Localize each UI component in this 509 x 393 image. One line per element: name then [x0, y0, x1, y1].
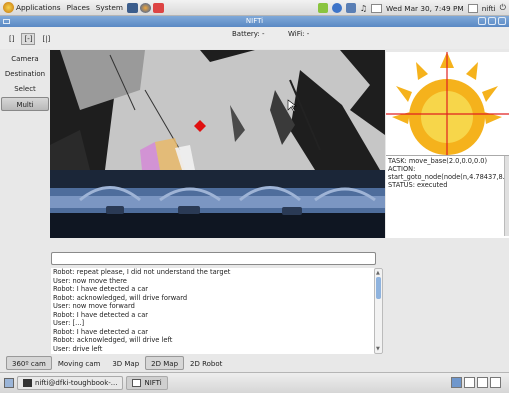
tab-moving-cam[interactable]: Moving cam: [52, 356, 106, 370]
tab-360-cam[interactable]: 360º cam: [6, 356, 52, 370]
window-menu-icon[interactable]: [3, 19, 10, 24]
clock[interactable]: Wed Mar 30, 7:49 PM: [386, 4, 464, 13]
gnome-foot-icon[interactable]: [3, 2, 14, 13]
map-view[interactable]: [50, 50, 385, 170]
dialog-line: User: drive left: [53, 344, 103, 353]
mode-buttons: Camera Destination Select Multi: [0, 52, 50, 112]
task-status-panel[interactable]: TASK: move_base(2.0,0.0,0.0) ACTION: sta…: [386, 155, 509, 238]
toolbar: [] [-] [|] Battery: - WiFi: -: [0, 27, 509, 49]
taskbar-item-label: NIFTi: [144, 379, 162, 387]
layout-vertical-button[interactable]: [|]: [39, 33, 53, 45]
help-launcher-icon[interactable]: [153, 2, 164, 13]
workspace-3[interactable]: [477, 377, 488, 388]
mode-camera-button[interactable]: Camera: [1, 52, 49, 66]
maximize-icon[interactable]: [488, 17, 496, 25]
bluetooth-tray-icon[interactable]: [331, 3, 342, 13]
action-line: start_goto_node(node(n,4.78437,8.5: [388, 173, 509, 181]
taskbar-item-terminal[interactable]: nifti@dfki-toughbook-...: [17, 376, 124, 390]
workspace-2[interactable]: [464, 377, 475, 388]
sun-status-panel: [386, 52, 509, 155]
system-menu[interactable]: System: [96, 3, 123, 12]
action-label: ACTION:: [388, 165, 416, 173]
user-icon: [467, 3, 478, 13]
mode-select-button[interactable]: Select: [1, 82, 49, 96]
status-line: STATUS: executed: [388, 181, 448, 189]
user-name[interactable]: nifti: [482, 4, 496, 13]
dialog-line: Robot: I have detected a car: [53, 327, 149, 336]
volume-icon[interactable]: ♫: [360, 4, 367, 13]
terminal-launcher-icon[interactable]: [127, 2, 138, 13]
dialog-line: Robot: repeat please, I did not understa…: [53, 268, 231, 276]
panoramic-camera-view[interactable]: [50, 170, 385, 238]
firefox-launcher-icon[interactable]: [140, 2, 151, 13]
parked-car: [282, 207, 302, 215]
taskbar-item-label: nifti@dfki-toughbook-...: [35, 379, 118, 387]
window-titlebar[interactable]: NIFTi: [0, 16, 509, 27]
task-line: TASK: move_base(2.0,0.0,0.0): [388, 157, 488, 165]
taskbar-item-nifti[interactable]: NIFTi: [126, 376, 168, 390]
workspace-switcher[interactable]: [451, 377, 501, 388]
layout-single-button[interactable]: []: [6, 33, 17, 45]
tab-3d-map[interactable]: 3D Map: [106, 356, 145, 370]
window-title: NIFTi: [245, 17, 264, 25]
dialog-line: User: [...]: [53, 319, 85, 327]
mode-destination-button[interactable]: Destination: [1, 67, 49, 81]
bottom-panel: nifti@dfki-toughbook-... NIFTi: [0, 372, 509, 393]
scroll-thumb[interactable]: [376, 277, 381, 299]
sun-icon: [386, 52, 509, 155]
layout-horizontal-button[interactable]: [-]: [21, 33, 36, 45]
tab-2d-map[interactable]: 2D Map: [145, 356, 185, 370]
network-tray-icon[interactable]: [317, 3, 328, 13]
mail-tray-icon[interactable]: [371, 3, 383, 13]
view-tabs: 360º cam Moving cam 3D Map 2D Map 2D Rob…: [6, 356, 228, 370]
dialog-line: Robot: I have detected a car: [53, 285, 149, 293]
parked-car: [178, 206, 200, 214]
battery-status: Battery: -: [232, 30, 265, 38]
terminal-icon: [23, 379, 32, 387]
tab-2d-robot[interactable]: 2D Robot: [184, 356, 228, 370]
dialog-scrollbar[interactable]: ▲ ▼: [374, 268, 383, 354]
workspace-1[interactable]: [451, 377, 462, 388]
mode-multi-button[interactable]: Multi: [1, 97, 49, 111]
dialog-line: User: now move forward: [53, 302, 135, 310]
power-icon[interactable]: ⏻: [500, 3, 506, 13]
update-tray-icon[interactable]: [345, 3, 356, 13]
minimize-icon[interactable]: [478, 17, 486, 25]
panorama-image: [50, 170, 385, 238]
command-input[interactable]: [51, 252, 376, 265]
applications-menu[interactable]: Applications: [16, 3, 61, 12]
occupancy-map[interactable]: [50, 50, 385, 170]
parked-car: [106, 206, 124, 214]
show-desktop-icon[interactable]: [4, 378, 14, 388]
dialog-line: Robot: acknowledged, will drive forward: [53, 293, 188, 302]
dialog-line: Robot: acknowledged, will drive left: [53, 336, 173, 344]
task-panel-scrollbar[interactable]: [504, 156, 509, 236]
close-icon[interactable]: [498, 17, 506, 25]
dialog-log[interactable]: Robot: repeat please, I did not understa…: [51, 268, 383, 354]
wifi-status: WiFi: -: [288, 30, 310, 38]
scroll-down-icon[interactable]: ▼: [376, 346, 380, 352]
top-panel: Applications Places System ♫ Wed Mar 30,…: [0, 0, 509, 16]
dialog-line: Robot: I have detected a car: [53, 310, 149, 319]
workspace-4[interactable]: [490, 377, 501, 388]
dialog-line: User: now move there: [53, 276, 127, 285]
places-menu[interactable]: Places: [67, 3, 90, 12]
scroll-up-icon[interactable]: ▲: [376, 270, 380, 276]
window-icon: [132, 379, 142, 387]
